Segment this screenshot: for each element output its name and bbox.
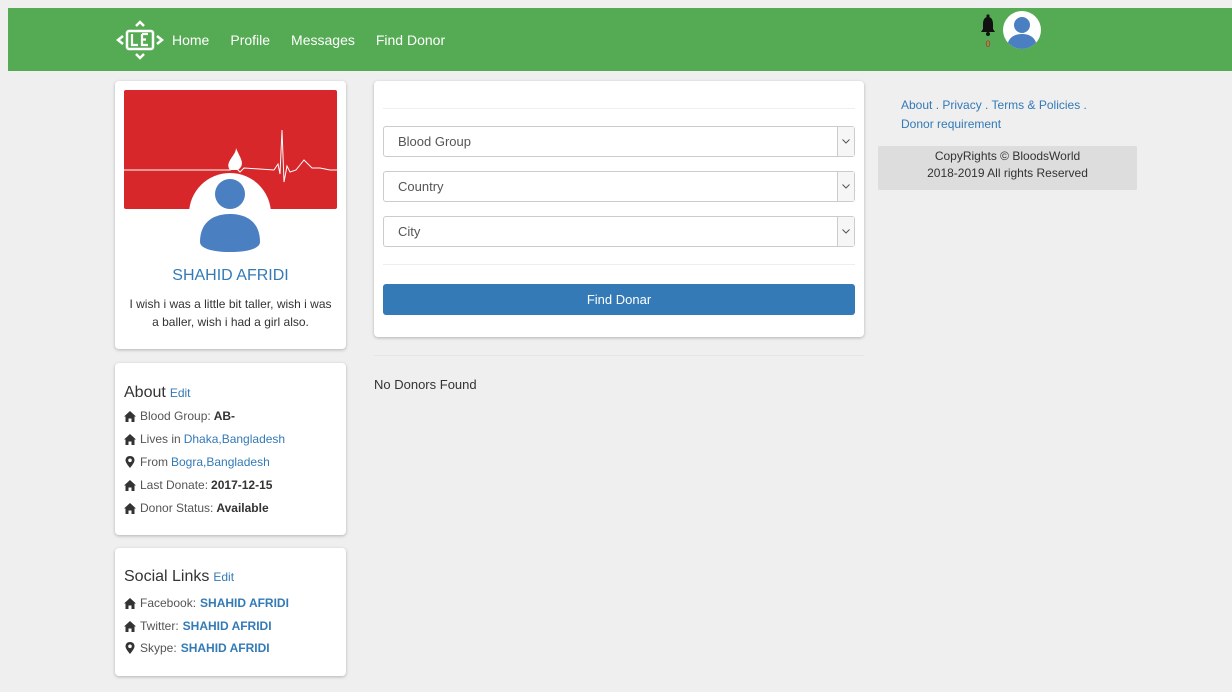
blood-group-select[interactable]: Blood Group xyxy=(383,126,855,157)
terms-link[interactable]: Terms & Policies xyxy=(992,98,1081,112)
about-link[interactable]: About xyxy=(901,98,932,112)
twitter-link[interactable]: SHAHID AFRIDI xyxy=(183,619,272,633)
copyright-line-1: CopyRights © BloodsWorld xyxy=(934,149,1081,163)
nav-profile-link[interactable]: Profile xyxy=(230,32,270,48)
blood-group-value: AB- xyxy=(213,409,236,423)
home-icon xyxy=(124,597,136,609)
nav-home-link[interactable]: Home xyxy=(172,32,209,48)
home-icon xyxy=(124,620,136,632)
copyright-line-2: 2018-2019 All rights Reserved xyxy=(927,166,1088,180)
facebook-row: Facebook: SHAHID AFRIDI xyxy=(124,596,289,610)
copyright-box: CopyRights © BloodsWorld 2018-2019 All r… xyxy=(878,146,1137,190)
lives-in-link[interactable]: Dhaka,Bangladesh xyxy=(184,432,285,446)
social-heading: Social Links xyxy=(124,568,210,585)
twitter-label: Twitter: xyxy=(140,619,179,633)
nav-avatar[interactable] xyxy=(1003,11,1041,49)
navbar: Home Profile Messages Find Donor xyxy=(8,8,1232,71)
from-link[interactable]: Bogra,Bangladesh xyxy=(171,455,270,469)
notification-count: 0 xyxy=(985,39,991,49)
about-card: About Edit Blood Group: AB- Lives in Dhaka,… xyxy=(115,363,346,535)
profile-bio: I wish i was a little bit taller, wish i… xyxy=(129,297,332,329)
profile-name[interactable]: SHAHID AFRIDI xyxy=(115,267,346,285)
map-marker-icon xyxy=(125,642,135,654)
donor-requirement-link[interactable]: Donor requirement xyxy=(901,117,1001,131)
social-links-card: Social Links Edit Facebook: SHAHID AFRIDI … xyxy=(115,548,346,676)
blood-group-row: Blood Group: AB- xyxy=(124,409,235,423)
find-donar-button[interactable]: Find Donar xyxy=(383,284,855,315)
city-select[interactable]: City xyxy=(383,216,855,247)
about-title: About Edit xyxy=(124,384,191,402)
map-marker-icon xyxy=(125,456,135,468)
skype-link[interactable]: SHAHID AFRIDI xyxy=(181,641,270,655)
donor-status-value: Available xyxy=(216,501,269,515)
nav-messages-link[interactable]: Messages xyxy=(291,32,355,48)
home-icon xyxy=(124,410,136,422)
country-select-value: Country xyxy=(398,179,444,194)
privacy-link[interactable]: Privacy xyxy=(942,98,981,112)
social-edit-link[interactable]: Edit xyxy=(213,570,234,584)
skype-row: Skype: SHAHID AFRIDI xyxy=(124,641,270,655)
facebook-label: Facebook: xyxy=(140,596,197,610)
chevron-down-icon xyxy=(837,172,854,201)
nav-find-donor-link[interactable]: Find Donor xyxy=(376,32,445,48)
home-icon xyxy=(124,479,136,491)
chevron-down-icon xyxy=(837,127,854,156)
facebook-link[interactable]: SHAHID AFRIDI xyxy=(200,596,289,610)
country-select[interactable]: Country xyxy=(383,171,855,202)
blood-group-select-value: Blood Group xyxy=(398,134,471,149)
last-donate-value: 2017-12-15 xyxy=(211,478,273,492)
divider xyxy=(383,264,855,265)
lives-in-label: Lives in xyxy=(140,432,181,446)
footer-links: About . Privacy . Terms & Policies . Don… xyxy=(901,98,1087,131)
home-icon xyxy=(124,502,136,514)
home-icon xyxy=(124,433,136,445)
donor-status-row: Donor Status: Available xyxy=(124,501,269,515)
nav-links: Home Profile Messages Find Donor xyxy=(172,8,466,71)
from-label: From xyxy=(140,455,168,469)
site-logo-icon[interactable] xyxy=(115,20,165,60)
divider xyxy=(383,108,855,109)
donor-search-card: Blood Group Country City Find Donar xyxy=(374,81,864,337)
last-donate-label: Last Donate: xyxy=(140,478,209,492)
no-donors-message: No Donors Found xyxy=(374,377,477,392)
skype-label: Skype: xyxy=(140,641,177,655)
profile-avatar-icon[interactable] xyxy=(189,168,271,260)
lives-in-row: Lives in Dhaka,Bangladesh xyxy=(124,432,285,446)
results-divider xyxy=(374,355,864,356)
last-donate-row: Last Donate: 2017-12-15 xyxy=(124,478,272,492)
about-heading: About xyxy=(124,384,166,401)
twitter-row: Twitter: SHAHID AFRIDI xyxy=(124,619,272,633)
from-row: From Bogra,Bangladesh xyxy=(124,455,270,469)
profile-card: SHAHID AFRIDI I wish i was a little bit … xyxy=(115,81,346,349)
donor-status-label: Donor Status: xyxy=(140,501,214,515)
about-edit-link[interactable]: Edit xyxy=(170,386,191,400)
user-avatar-icon xyxy=(1007,17,1037,49)
city-select-value: City xyxy=(398,224,421,239)
chevron-down-icon xyxy=(837,217,854,246)
blood-group-label: Blood Group: xyxy=(140,409,211,423)
social-title: Social Links Edit xyxy=(124,568,234,586)
